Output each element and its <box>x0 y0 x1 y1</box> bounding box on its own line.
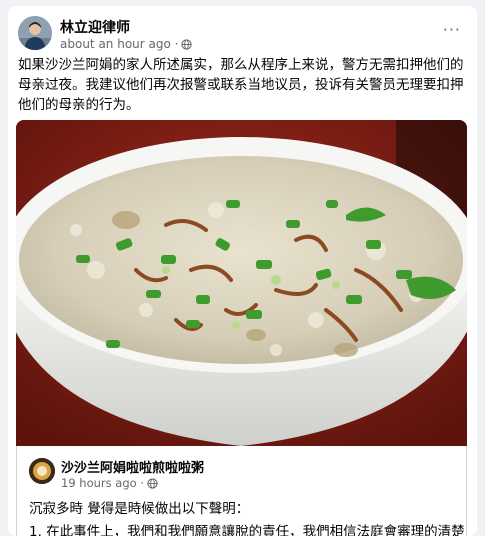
avatar-image <box>18 16 52 50</box>
post-text: 如果沙沙兰阿娟的家人所述属实，那么从程序上来说，警方无需扣押他们的母亲过夜。我建… <box>18 57 464 113</box>
shared-post-text-line2: 1. 在此事件上，我們和我們願意讓脫的責任，我們相信法庭會審理的清楚 <box>29 524 465 536</box>
shared-post-text: 沉寂多時 覺得是時候做出以下聲明： <box>29 501 250 517</box>
post-timestamp[interactable]: about an hour ago · <box>60 37 178 51</box>
globe-icon <box>181 38 193 50</box>
globe-icon <box>147 477 158 489</box>
post-photo[interactable] <box>16 120 467 446</box>
more-options-icon[interactable]: ··· <box>443 22 461 38</box>
post-card: 林立迎律师 about an hour ago · ··· 如果沙沙兰阿娟的家人… <box>8 6 477 536</box>
shared-post-timestamp[interactable]: 19 hours ago · <box>61 476 144 490</box>
shared-post[interactable]: 沙沙兰阿娟啦啦煎啦啦粥 19 hours ago · 沉寂多時 覺得是時候做出以… <box>16 446 467 536</box>
porridge-image <box>16 120 467 446</box>
shared-author-name[interactable]: 沙沙兰阿娟啦啦煎啦啦粥 <box>61 457 204 476</box>
author-name[interactable]: 林立迎律师 <box>60 17 130 37</box>
author-avatar[interactable] <box>18 16 52 50</box>
post-meta: about an hour ago · <box>60 37 193 51</box>
shared-author-avatar[interactable] <box>29 458 55 484</box>
shared-avatar-image <box>29 458 55 484</box>
shared-post-meta: 19 hours ago · <box>61 476 158 490</box>
post-header: 林立迎律师 about an hour ago · ··· <box>18 16 467 56</box>
